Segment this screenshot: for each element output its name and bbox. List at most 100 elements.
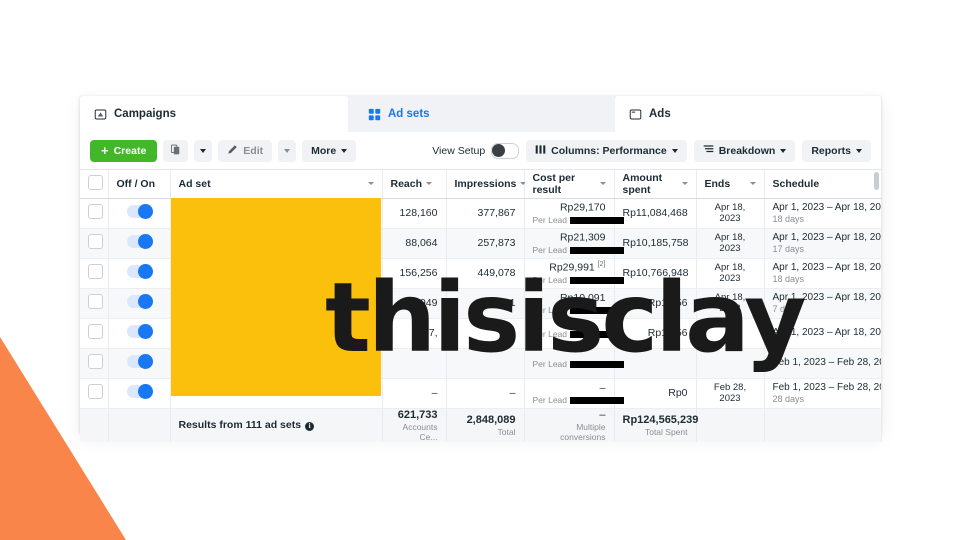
row-toggle-cell[interactable] bbox=[108, 318, 171, 349]
view-setup-switch[interactable] bbox=[491, 142, 520, 159]
tab-campaigns[interactable]: Campaigns bbox=[80, 96, 348, 132]
row-checkbox[interactable] bbox=[88, 204, 103, 219]
row-toggle-cell[interactable] bbox=[108, 378, 171, 409]
breakdown-button[interactable]: Breakdown bbox=[693, 139, 796, 162]
columns-button[interactable]: Columns: Performance bbox=[526, 139, 687, 162]
summary-reach-cell: 621,733 Accounts Ce... bbox=[382, 408, 447, 442]
row-checkbox[interactable] bbox=[88, 354, 103, 369]
header-off-on: Off / On bbox=[108, 170, 171, 199]
row-select-cell[interactable] bbox=[80, 258, 109, 289]
impressions-cell: 377,867 bbox=[446, 198, 525, 229]
row-toggle-cell[interactable] bbox=[108, 348, 171, 379]
row-select-cell[interactable] bbox=[80, 288, 109, 319]
redaction-bar bbox=[570, 217, 624, 224]
off-on-toggle[interactable] bbox=[126, 234, 153, 249]
ends-value: Apr 18, 2023 bbox=[714, 202, 746, 224]
redaction-bar bbox=[570, 247, 624, 254]
cost-per-result-value: Rp29,170 bbox=[559, 201, 606, 214]
row-toggle-cell[interactable] bbox=[108, 258, 171, 289]
header-reach[interactable]: Reach bbox=[382, 170, 447, 199]
off-on-toggle[interactable] bbox=[126, 324, 153, 339]
row-toggle-cell[interactable] bbox=[108, 228, 171, 259]
watermark-text: thisisclay bbox=[325, 262, 807, 374]
breakdown-button-label: Breakdown bbox=[718, 144, 776, 157]
chevron-down-icon bbox=[200, 148, 207, 153]
view-setup-label: View Setup bbox=[432, 144, 486, 157]
edit-button-label: Edit bbox=[243, 144, 264, 157]
chevron-down-icon[interactable] bbox=[749, 182, 756, 186]
adsets-grid-icon bbox=[368, 108, 381, 121]
row-checkbox[interactable] bbox=[88, 384, 103, 399]
create-button[interactable]: + Create bbox=[90, 139, 158, 162]
header-amount-spent[interactable]: Amount spent bbox=[614, 170, 697, 199]
summary-amount-spent-sub: Total Spent bbox=[644, 426, 688, 437]
schedule-cell: Apr 1, 2023 – Apr 18, 20 18 days bbox=[764, 172, 882, 229]
schedule-range: Feb 1, 2023 – Feb 28, 202 bbox=[772, 382, 881, 393]
amount-spent-cell: Rp11,084,468 bbox=[614, 198, 697, 229]
edit-dropdown-button[interactable] bbox=[278, 139, 297, 162]
amount-spent-cell: Rp10,185,758 bbox=[614, 228, 697, 259]
tab-adsets-label: Ad sets bbox=[388, 108, 430, 120]
row-select-cell[interactable] bbox=[80, 348, 109, 379]
chevron-down-icon[interactable] bbox=[426, 182, 433, 186]
chevron-down-icon[interactable] bbox=[599, 182, 606, 186]
tab-adsets[interactable]: Ad sets bbox=[348, 96, 615, 132]
header-cost-per-result[interactable]: Cost per result bbox=[524, 170, 615, 199]
header-ad-set[interactable]: Ad set bbox=[170, 170, 383, 199]
header-ends-label: Ends bbox=[704, 177, 731, 190]
ads-icon bbox=[629, 108, 642, 121]
off-on-toggle[interactable] bbox=[126, 354, 153, 369]
impressions-value: 377,867 bbox=[477, 207, 516, 219]
more-button-label: More bbox=[311, 144, 337, 157]
edit-button[interactable]: Edit bbox=[218, 139, 273, 162]
duplicate-dropdown-button[interactable] bbox=[194, 139, 213, 162]
chevron-down-icon bbox=[671, 148, 678, 153]
duplicate-icon bbox=[170, 144, 181, 158]
off-on-toggle[interactable] bbox=[126, 204, 153, 219]
schedule-range: Apr 1, 2023 – Apr 18, 202 bbox=[772, 232, 881, 243]
schedule-cell: Apr 1, 2023 – Apr 18, 202 17 days bbox=[764, 228, 882, 259]
impressions-cell: – bbox=[446, 378, 525, 409]
view-setup-toggle[interactable]: View Setup bbox=[432, 142, 520, 159]
chevron-down-icon[interactable] bbox=[367, 182, 374, 186]
more-button[interactable]: More bbox=[302, 139, 357, 162]
reach-cell: – bbox=[382, 378, 447, 409]
row-toggle-cell[interactable] bbox=[108, 198, 171, 229]
row-select-cell[interactable] bbox=[80, 318, 109, 349]
chevron-down-icon bbox=[780, 148, 787, 153]
impressions-cell: 257,873 bbox=[446, 228, 525, 259]
summary-cost-per-result-value: – bbox=[599, 408, 606, 421]
row-select-cell[interactable] bbox=[80, 228, 109, 259]
row-toggle-cell[interactable] bbox=[108, 288, 171, 319]
header-schedule: Schedule bbox=[764, 170, 882, 199]
ends-value: Feb 28, 2023 bbox=[713, 382, 747, 404]
row-checkbox[interactable] bbox=[88, 294, 103, 309]
duplicate-button[interactable] bbox=[163, 139, 189, 162]
chevron-down-icon bbox=[341, 148, 348, 153]
row-checkbox[interactable] bbox=[88, 234, 103, 249]
reports-button[interactable]: Reports bbox=[802, 139, 871, 162]
header-select-all[interactable] bbox=[80, 170, 109, 199]
row-checkbox[interactable] bbox=[88, 324, 103, 339]
select-all-checkbox[interactable] bbox=[88, 174, 103, 190]
info-icon[interactable]: i bbox=[305, 422, 315, 431]
header-impressions[interactable]: Impressions bbox=[446, 170, 527, 199]
row-checkbox[interactable] bbox=[88, 264, 103, 279]
reports-button-label: Reports bbox=[811, 144, 851, 157]
off-on-toggle[interactable] bbox=[126, 264, 153, 279]
tab-ads[interactable]: Ads bbox=[615, 96, 881, 132]
chevron-down-icon bbox=[284, 148, 291, 153]
header-ends[interactable]: Ends bbox=[696, 170, 765, 199]
impressions-value: 257,873 bbox=[477, 237, 516, 249]
off-on-toggle[interactable] bbox=[126, 384, 153, 399]
campaign-icon bbox=[94, 108, 107, 121]
row-select-cell[interactable] bbox=[80, 378, 109, 409]
chevron-down-icon[interactable] bbox=[681, 182, 688, 186]
off-on-toggle[interactable] bbox=[126, 294, 153, 309]
schedule-cell: Feb 1, 2023 – Feb 28, 202 28 days bbox=[764, 378, 882, 409]
summary-cost-per-result-sub: Multiple conversions bbox=[560, 421, 606, 442]
reach-value: 128,160 bbox=[399, 207, 438, 219]
reach-value: 88,064 bbox=[405, 237, 438, 249]
plus-icon: + bbox=[101, 143, 109, 158]
row-select-cell[interactable] bbox=[80, 198, 109, 229]
